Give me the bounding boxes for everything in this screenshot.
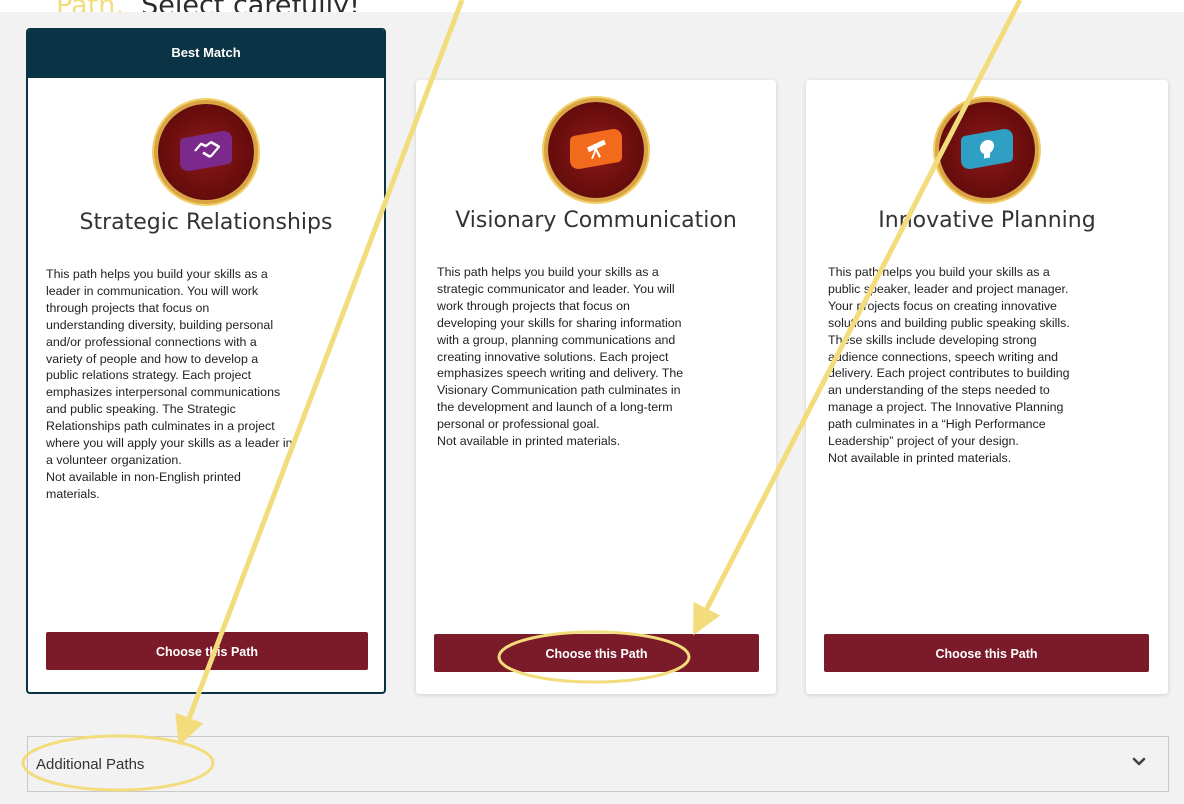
best-match-header: Best Match [28, 30, 384, 78]
path-description: This path helps you build your skills as… [828, 265, 1070, 465]
path-card-visionary-communication: Visionary Communication This path helps … [416, 80, 776, 694]
choose-path-button[interactable]: Choose this Path [824, 634, 1149, 672]
path-flag [180, 129, 232, 173]
path-flag [961, 127, 1013, 171]
lightbulb-icon [980, 139, 994, 159]
path-description: This path helps you build your skills as… [46, 267, 293, 501]
choose-path-button[interactable]: Choose this Path [434, 634, 759, 672]
path-title: Visionary Communication [455, 208, 737, 233]
path-flag [570, 127, 622, 171]
path-card-strategic-relationships: Best Match Strategic Relationships This … [26, 28, 386, 694]
path-title: Innovative Planning [878, 208, 1096, 233]
additional-paths-label: Additional Paths [36, 756, 145, 773]
path-emblem [548, 102, 644, 198]
path-card-innovative-planning: Innovative Planning This path helps you … [806, 80, 1168, 694]
choose-path-button[interactable]: Choose this Path [46, 632, 368, 670]
chevron-down-icon[interactable] [1132, 755, 1146, 769]
path-emblem [939, 102, 1035, 198]
telescope-icon [587, 139, 606, 159]
path-description: This path helps you build your skills as… [437, 265, 684, 449]
handshake-icon [194, 140, 220, 158]
additional-paths-accordion[interactable]: Additional Paths [27, 736, 1169, 792]
path-emblem [158, 104, 254, 200]
path-title: Strategic Relationships [79, 210, 333, 235]
